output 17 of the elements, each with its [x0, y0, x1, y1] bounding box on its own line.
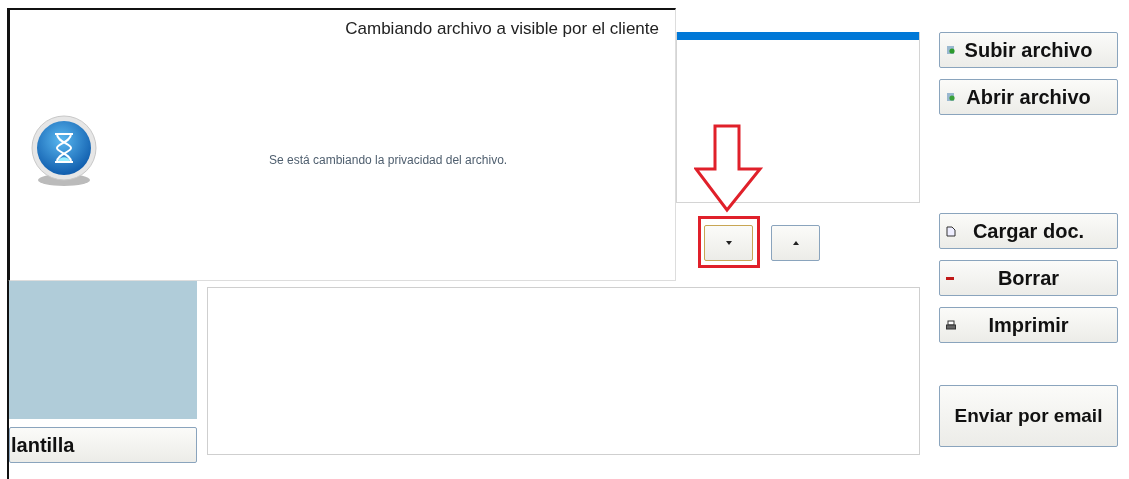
- caret-down-icon: [725, 241, 732, 245]
- action-button[interactable]: Imprimir: [939, 307, 1118, 343]
- printer-icon: [946, 320, 956, 330]
- action-button[interactable]: Subir archivo: [939, 32, 1118, 68]
- file-icon: [946, 45, 956, 55]
- document-icon: [946, 226, 956, 237]
- action-button[interactable]: Abrir archivo: [939, 79, 1118, 115]
- dialog-title: Cambiando archivo a visible por el cliente: [345, 19, 659, 39]
- file-icon: [946, 92, 956, 102]
- dialog-message: Se está cambiando la privacidad del archivo.: [269, 153, 508, 167]
- action-button[interactable]: Enviar por email: [939, 385, 1118, 447]
- template-button[interactable]: lantilla: [9, 427, 197, 463]
- action-button[interactable]: Borrar: [939, 260, 1118, 296]
- action-button[interactable]: Cargar doc.: [939, 213, 1118, 249]
- move-up-button[interactable]: [771, 225, 820, 261]
- move-down-button[interactable]: [704, 225, 753, 261]
- caret-up-icon: [792, 241, 799, 245]
